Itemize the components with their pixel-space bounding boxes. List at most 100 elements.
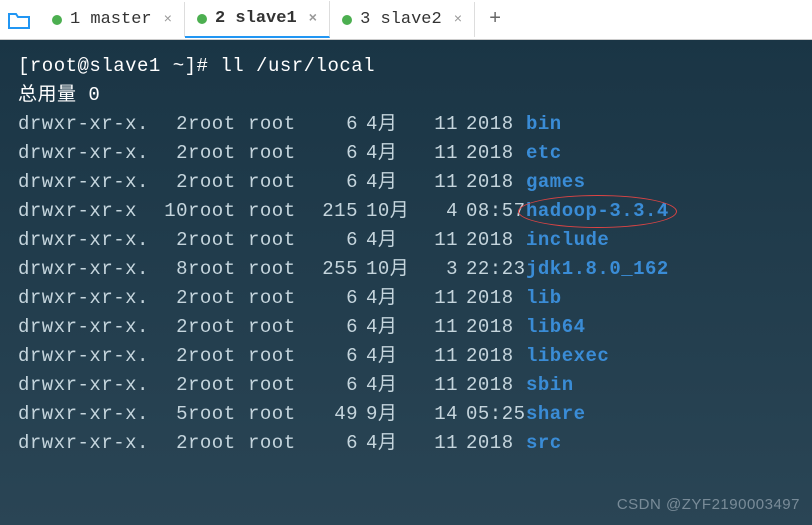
- col-perm: drwxr-xr-x.: [18, 342, 148, 371]
- col-name: include: [526, 226, 609, 255]
- col-size: 255: [308, 255, 358, 284]
- col-links: 8: [148, 255, 188, 284]
- col-links: 2: [148, 371, 188, 400]
- col-links: 2: [148, 342, 188, 371]
- prompt-line: [root@slave1 ~]# ll /usr/local: [18, 52, 794, 81]
- col-group: root: [248, 313, 308, 342]
- col-links: 2: [148, 284, 188, 313]
- shell-prompt: [root@slave1 ~]#: [18, 55, 220, 77]
- col-day: 11: [418, 168, 458, 197]
- col-links: 2: [148, 110, 188, 139]
- status-dot-icon: [52, 15, 62, 25]
- col-name: libexec: [526, 342, 609, 371]
- file-row: drwxr-xr-x.2rootroot64月112018etc: [18, 139, 794, 168]
- col-owner: root: [188, 371, 248, 400]
- col-month: 4月: [358, 168, 418, 197]
- tab-label: 2 slave1: [215, 9, 297, 28]
- col-month: 10月: [358, 197, 418, 226]
- col-month: 4月: [358, 284, 418, 313]
- col-size: 6: [308, 342, 358, 371]
- col-perm: drwxr-xr-x.: [18, 139, 148, 168]
- col-links: 5: [148, 400, 188, 429]
- tab-2-slave1[interactable]: 2 slave1 ×: [185, 1, 330, 38]
- col-perm: drwxr-xr-x.: [18, 255, 148, 284]
- col-owner: root: [188, 400, 248, 429]
- col-size: 49: [308, 400, 358, 429]
- status-dot-icon: [342, 15, 352, 25]
- col-group: root: [248, 400, 308, 429]
- col-owner: root: [188, 197, 248, 226]
- command-text: ll /usr/local: [220, 55, 375, 77]
- col-perm: drwxr-xr-x.: [18, 110, 148, 139]
- col-day: 4: [418, 197, 458, 226]
- col-day: 11: [418, 371, 458, 400]
- col-group: root: [248, 197, 308, 226]
- close-icon[interactable]: ×: [454, 12, 462, 28]
- col-time: 2018: [458, 342, 526, 371]
- col-time: 08:57: [458, 197, 526, 226]
- col-time: 05:25: [458, 400, 526, 429]
- col-owner: root: [188, 429, 248, 458]
- terminal-output: [root@slave1 ~]# ll /usr/local 总用量 0 drw…: [0, 40, 812, 525]
- col-time: 2018: [458, 371, 526, 400]
- col-name: jdk1.8.0_162: [526, 255, 669, 284]
- col-month: 9月: [358, 400, 418, 429]
- col-month: 4月: [358, 139, 418, 168]
- col-month: 4月: [358, 342, 418, 371]
- col-group: root: [248, 110, 308, 139]
- col-links: 2: [148, 139, 188, 168]
- col-name: bin: [526, 110, 562, 139]
- col-size: 6: [308, 313, 358, 342]
- col-time: 2018: [458, 139, 526, 168]
- col-day: 3: [418, 255, 458, 284]
- col-perm: drwxr-xr-x.: [18, 226, 148, 255]
- col-size: 6: [308, 429, 358, 458]
- folder-icon[interactable]: [4, 5, 34, 35]
- col-size: 6: [308, 226, 358, 255]
- total-line: 总用量 0: [18, 81, 794, 110]
- close-icon[interactable]: ×: [164, 12, 172, 28]
- col-name: etc: [526, 139, 562, 168]
- col-links: 2: [148, 226, 188, 255]
- close-icon[interactable]: ×: [309, 11, 317, 27]
- col-group: root: [248, 226, 308, 255]
- col-size: 6: [308, 284, 358, 313]
- col-time: 2018: [458, 226, 526, 255]
- col-owner: root: [188, 284, 248, 313]
- add-tab-button[interactable]: +: [475, 0, 515, 39]
- col-name: hadoop-3.3.4: [526, 197, 669, 226]
- tab-1-master[interactable]: 1 master ×: [40, 2, 185, 37]
- col-size: 6: [308, 371, 358, 400]
- col-time: 2018: [458, 313, 526, 342]
- col-month: 10月: [358, 255, 418, 284]
- file-row: drwxr-xr-x.2rootroot64月112018bin: [18, 110, 794, 139]
- col-time: 2018: [458, 168, 526, 197]
- col-group: root: [248, 139, 308, 168]
- tab-3-slave2[interactable]: 3 slave2×: [330, 2, 475, 37]
- col-links: 2: [148, 429, 188, 458]
- col-month: 4月: [358, 371, 418, 400]
- col-perm: drwxr-xr-x.: [18, 429, 148, 458]
- col-time: 2018: [458, 429, 526, 458]
- col-owner: root: [188, 226, 248, 255]
- file-row: drwxr-xr-x.2rootroot64月112018libexec: [18, 342, 794, 371]
- col-group: root: [248, 371, 308, 400]
- col-owner: root: [188, 110, 248, 139]
- col-links: 2: [148, 313, 188, 342]
- col-day: 11: [418, 342, 458, 371]
- col-name: src: [526, 429, 562, 458]
- col-perm: drwxr-xr-x.: [18, 371, 148, 400]
- col-month: 4月: [358, 110, 418, 139]
- file-row: drwxr-xr-x.2rootroot64月112018lib: [18, 284, 794, 313]
- col-day: 11: [418, 429, 458, 458]
- col-links: 2: [148, 168, 188, 197]
- file-row: drwxr-xr-x.2rootroot64月112018lib64: [18, 313, 794, 342]
- col-group: root: [248, 168, 308, 197]
- watermark: CSDN @ZYF2190003497: [617, 490, 800, 519]
- col-name: lib: [526, 284, 562, 313]
- tab-label: 1 master: [70, 10, 152, 29]
- col-time: 2018: [458, 284, 526, 313]
- col-time: 22:23: [458, 255, 526, 284]
- col-month: 4月: [358, 429, 418, 458]
- col-owner: root: [188, 139, 248, 168]
